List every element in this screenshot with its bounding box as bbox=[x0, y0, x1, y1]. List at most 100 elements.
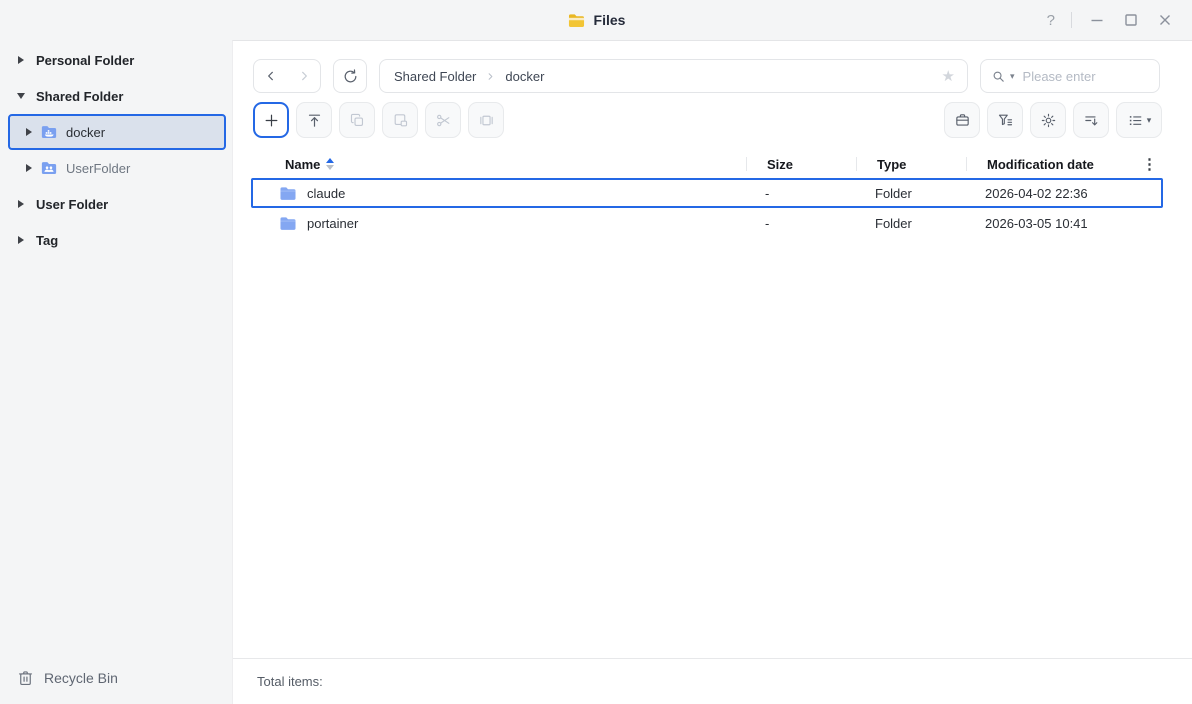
copy-button[interactable] bbox=[339, 102, 375, 138]
table-header: Name Size Type Modification date ⋮ bbox=[251, 150, 1163, 178]
sidebar-item-label: Shared Folder bbox=[36, 88, 124, 104]
folder-icon bbox=[277, 214, 299, 233]
sidebar-item-label: Personal Folder bbox=[36, 52, 135, 68]
sidebar-item-label: UserFolder bbox=[66, 160, 131, 176]
window-title-text: Files bbox=[593, 12, 626, 28]
back-button[interactable] bbox=[254, 60, 287, 92]
task-manager-button[interactable] bbox=[944, 102, 980, 138]
filter-icon bbox=[998, 114, 1012, 125]
sidebar-item-user-folder[interactable]: User Folder bbox=[0, 186, 232, 222]
column-header-size[interactable]: Size bbox=[746, 150, 856, 178]
docker-folder-icon bbox=[40, 123, 58, 141]
chevron-right-icon[interactable] bbox=[16, 56, 26, 64]
favorite-star-icon[interactable]: ★ bbox=[942, 69, 955, 84]
duplicate-button[interactable] bbox=[468, 102, 504, 138]
file-size: - bbox=[765, 185, 770, 201]
folder-tree: Personal Folder Shared Folder docker Use… bbox=[0, 40, 232, 258]
sidebar-item-personal-folder[interactable]: Personal Folder bbox=[0, 42, 232, 78]
sidebar: Personal Folder Shared Folder docker Use… bbox=[0, 40, 232, 704]
refresh-button[interactable] bbox=[333, 59, 367, 93]
file-list-empty-area bbox=[233, 238, 1192, 658]
copy-icon bbox=[350, 113, 363, 126]
chevron-right-icon[interactable] bbox=[16, 200, 26, 208]
briefcase-icon bbox=[955, 113, 969, 126]
sidebar-item-docker[interactable]: docker bbox=[8, 114, 226, 150]
search-icon bbox=[993, 71, 1004, 82]
help-icon[interactable]: ? bbox=[1047, 12, 1055, 29]
column-header-name[interactable]: Name bbox=[251, 150, 746, 178]
file-type: Folder bbox=[875, 185, 912, 201]
sidebar-item-label: Tag bbox=[36, 232, 59, 248]
table-row[interactable]: portainer - Folder 2026-03-05 10:41 bbox=[251, 208, 1163, 238]
breadcrumb-root[interactable]: Shared Folder bbox=[394, 69, 476, 84]
sort-indicator-icon bbox=[326, 158, 335, 170]
navigation-toolbar: Shared Folder docker ★ ▾ bbox=[233, 41, 1192, 93]
trash-icon bbox=[16, 669, 35, 688]
view-mode-caret-icon: ▾ bbox=[1146, 114, 1152, 125]
maximize-icon[interactable] bbox=[1122, 11, 1140, 29]
sidebar-item-shared-folder[interactable]: Shared Folder bbox=[0, 78, 232, 114]
minimize-icon[interactable] bbox=[1088, 11, 1106, 29]
breadcrumb: Shared Folder docker ★ bbox=[379, 59, 968, 93]
breadcrumb-current[interactable]: docker bbox=[505, 69, 544, 84]
sidebar-item-label: docker bbox=[66, 124, 106, 140]
column-options-icon[interactable]: ⋮ bbox=[1142, 155, 1157, 173]
file-table: Name Size Type Modification date ⋮ claud… bbox=[233, 150, 1192, 658]
history-nav bbox=[253, 59, 321, 93]
sidebar-item-tag[interactable]: Tag bbox=[0, 222, 232, 258]
close-icon[interactable] bbox=[1156, 11, 1174, 29]
settings-button[interactable] bbox=[1030, 102, 1066, 138]
content-pane: Shared Folder docker ★ ▾ Please enter ▾ … bbox=[232, 40, 1192, 704]
sort-icon bbox=[1084, 115, 1097, 125]
recycle-bin-label: Recycle Bin bbox=[44, 670, 118, 686]
sort-button[interactable] bbox=[1073, 102, 1109, 138]
new-item-button[interactable] bbox=[253, 102, 289, 138]
chevron-right-icon[interactable] bbox=[16, 236, 26, 244]
breadcrumb-separator-icon bbox=[485, 71, 496, 82]
view-mode-button[interactable]: ▾ bbox=[1116, 102, 1162, 138]
total-items-label: Total items: bbox=[257, 674, 323, 689]
forward-button[interactable] bbox=[287, 60, 320, 92]
sidebar-item-userfolder[interactable]: UserFolder bbox=[0, 150, 232, 186]
user-folder-icon bbox=[40, 159, 58, 177]
cut-button[interactable] bbox=[425, 102, 461, 138]
search-scope-caret-icon[interactable]: ▾ bbox=[1010, 71, 1015, 82]
table-row[interactable]: claude - Folder 2026-04-02 22:36 bbox=[251, 178, 1163, 208]
gear-icon bbox=[1041, 113, 1055, 127]
files-app-window: Files ? Personal Folder Shared Folder do… bbox=[0, 0, 1192, 704]
chevron-down-icon[interactable] bbox=[16, 93, 26, 99]
scissors-icon bbox=[436, 114, 449, 126]
chevron-right-icon[interactable] bbox=[24, 128, 34, 136]
file-name: claude bbox=[307, 185, 346, 201]
filter-button[interactable] bbox=[987, 102, 1023, 138]
column-header-type[interactable]: Type bbox=[856, 150, 966, 178]
paste-button[interactable] bbox=[382, 102, 418, 138]
folder-icon bbox=[277, 184, 299, 203]
search-box: ▾ bbox=[980, 59, 1160, 93]
list-view-icon bbox=[1129, 115, 1142, 125]
file-modified: 2026-04-02 22:36 bbox=[985, 185, 1088, 201]
controls-divider bbox=[1071, 12, 1072, 28]
files-app-icon bbox=[567, 11, 586, 30]
file-size: - bbox=[765, 215, 770, 231]
column-header-modified[interactable]: Modification date bbox=[966, 150, 1163, 178]
window-controls: ? bbox=[1047, 11, 1192, 29]
status-bar: Total items: bbox=[233, 658, 1192, 704]
plus-icon bbox=[265, 114, 277, 126]
paste-icon bbox=[394, 113, 407, 126]
duplicate-icon bbox=[479, 115, 493, 125]
file-name: portainer bbox=[307, 215, 359, 231]
file-action-buttons bbox=[253, 102, 504, 138]
sidebar-item-recycle-bin[interactable]: Recycle Bin bbox=[0, 652, 232, 704]
titlebar: Files ? bbox=[0, 0, 1192, 40]
sidebar-item-label: User Folder bbox=[36, 196, 109, 212]
action-toolbar: ▾ bbox=[233, 93, 1192, 138]
search-input[interactable] bbox=[1022, 68, 1149, 84]
file-modified: 2026-03-05 10:41 bbox=[985, 215, 1088, 231]
upload-button[interactable] bbox=[296, 102, 332, 138]
file-type: Folder bbox=[875, 215, 912, 231]
window-title: Files bbox=[0, 0, 1192, 40]
view-action-buttons: ▾ bbox=[944, 102, 1162, 138]
upload-icon bbox=[308, 114, 320, 127]
chevron-right-icon[interactable] bbox=[24, 164, 34, 172]
